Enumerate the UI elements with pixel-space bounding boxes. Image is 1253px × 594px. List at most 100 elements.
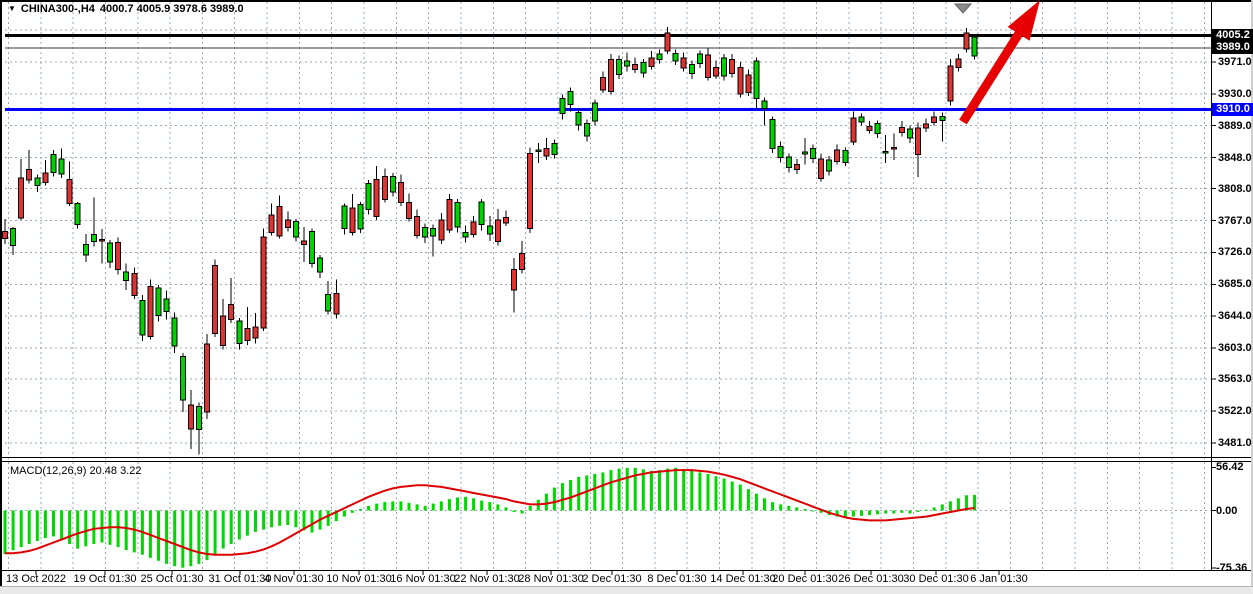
macd-histogram-bar (52, 511, 55, 537)
price-axis-label: 3522.0 (1218, 405, 1252, 417)
chart-window: ▼ CHINA300-,H4 4000.7 4005.9 3978.6 3989… (0, 0, 1253, 594)
candle-body (940, 116, 945, 120)
candle-body (851, 118, 856, 142)
candle-body (520, 253, 525, 269)
macd-histogram-bar (925, 510, 928, 511)
macd-histogram-bar (545, 494, 548, 511)
candle-body (859, 117, 864, 122)
candle-body (140, 301, 145, 335)
macd-histogram-bar (76, 511, 79, 549)
macd-histogram-bar (682, 469, 685, 510)
candle-body (948, 66, 953, 101)
candle-body (59, 159, 64, 174)
ohlc-readout: 4000.7 4005.9 3978.6 3989.0 (100, 3, 244, 15)
candle-body (600, 78, 605, 90)
macd-histogram-bar (957, 498, 960, 510)
candle-body (843, 151, 848, 163)
macd-histogram-bar (375, 504, 378, 511)
price-axis-label: 3481.0 (1218, 437, 1252, 449)
candle-body (100, 239, 105, 241)
macd-histogram-bar (262, 511, 265, 530)
candle-body (552, 144, 557, 155)
candle-body (398, 183, 403, 203)
macd-histogram-bar (383, 502, 386, 510)
candle-body (504, 218, 509, 223)
candle-body (108, 243, 113, 262)
candle-body (132, 274, 137, 296)
candle-body (819, 159, 824, 178)
candle-body (277, 207, 282, 237)
candle-body (908, 129, 913, 138)
price-chart-canvas[interactable] (0, 0, 1253, 594)
candle-body (786, 157, 791, 168)
macd-histogram-bar (900, 511, 903, 513)
macd-histogram-bar (585, 475, 588, 510)
candle-body (512, 270, 517, 290)
macd-histogram-bar (424, 506, 427, 511)
macd-histogram-bar (20, 511, 23, 548)
candle-body (334, 294, 339, 314)
price-axis-label: 3603.0 (1218, 342, 1252, 354)
macd-histogram-bar (529, 506, 532, 511)
macd-histogram-bar (513, 511, 516, 513)
candle-body (794, 165, 799, 170)
candle-body (689, 64, 694, 73)
candle-body (11, 228, 16, 245)
candle-body (932, 117, 937, 122)
candle-body (423, 228, 428, 237)
symbol-dropdown-icon[interactable]: ▼ (8, 4, 16, 14)
price-axis-label: 3644.0 (1218, 310, 1252, 322)
candle-body (43, 173, 48, 182)
macd-histogram-bar (521, 511, 524, 514)
macd-histogram-bar (949, 501, 952, 510)
candle-body (770, 120, 775, 149)
macd-histogram-bar (351, 511, 354, 513)
candle-body (875, 123, 880, 133)
candle-body (762, 101, 767, 109)
macd-histogram-bar (933, 507, 936, 510)
candle-body (358, 204, 363, 229)
macd-histogram-bar (755, 494, 758, 511)
candle-body (19, 178, 24, 218)
indicator-name: MACD(12,26,9) (10, 465, 86, 477)
macd-histogram-bar (666, 469, 669, 511)
candle-body (625, 61, 630, 66)
macd-histogram-bar (84, 511, 87, 547)
macd-histogram-bar (884, 511, 887, 514)
macd-histogram-bar (852, 511, 855, 517)
candle-body (172, 318, 177, 346)
candle-body (326, 295, 331, 311)
macd-histogram-bar (367, 506, 370, 511)
candle-body (342, 206, 347, 229)
macd-histogram-bar (416, 504, 419, 510)
candle-body (27, 169, 32, 180)
candle-body (681, 58, 686, 68)
candle-body (568, 92, 573, 105)
candle-body (883, 151, 888, 153)
candle-body (536, 150, 541, 152)
price-axis-label: 3930.0 (1218, 88, 1252, 100)
macd-histogram-bar (941, 504, 944, 510)
candle-body (439, 220, 444, 240)
macd-histogram-bar (674, 468, 677, 511)
macd-histogram-bar (440, 501, 443, 510)
candle-body (754, 61, 759, 98)
macd-histogram-bar (601, 472, 604, 510)
macd-histogram-bar (892, 511, 895, 514)
macd-histogram-bar (593, 474, 596, 511)
indicator-values: 20.48 3.22 (89, 465, 141, 477)
candle-body (196, 406, 201, 429)
symbol-period-label: CHINA300-,H4 (21, 3, 95, 15)
candle-body (415, 217, 420, 236)
candle-body (697, 54, 702, 63)
macd-histogram-bar (359, 509, 362, 511)
candle-body (706, 55, 711, 78)
macd-histogram-bar (795, 507, 798, 510)
macd-histogram-bar (909, 511, 912, 514)
candle-body (730, 60, 735, 74)
macd-histogram-bar (739, 485, 742, 511)
candle-body (431, 228, 436, 236)
macd-histogram-bar (771, 502, 774, 510)
macd-histogram-bar (294, 511, 297, 528)
macd-histogram-bar (642, 469, 645, 510)
